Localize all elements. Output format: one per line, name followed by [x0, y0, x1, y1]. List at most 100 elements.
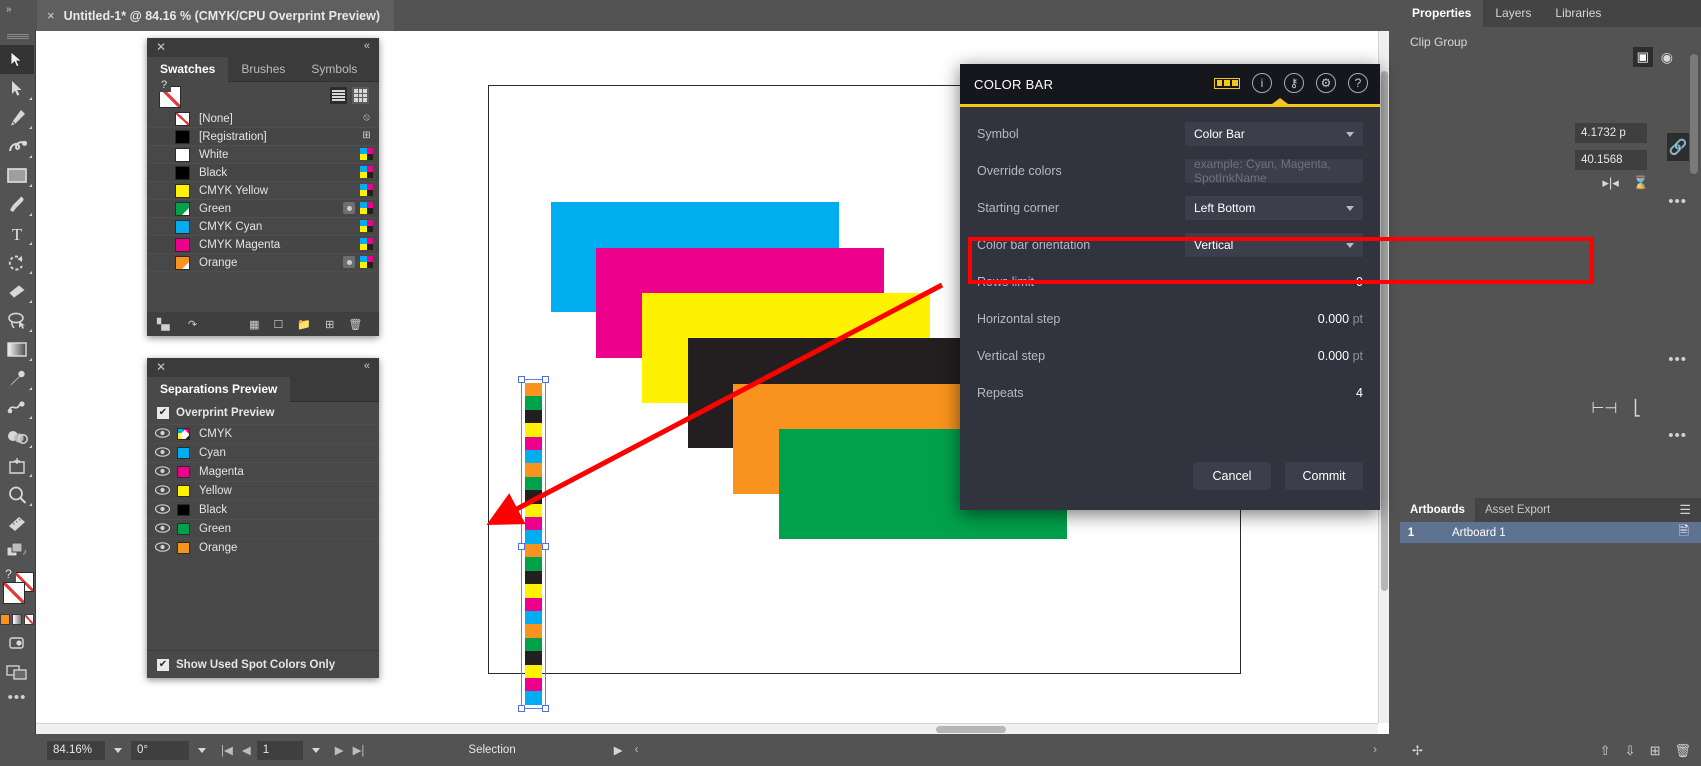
- toolbar-grip[interactable]: [6, 34, 29, 39]
- swatch-color-chip[interactable]: [175, 237, 190, 252]
- separation-row[interactable]: Cyan: [147, 443, 379, 462]
- select-starting-corner[interactable]: Left Bottom: [1185, 195, 1363, 220]
- swatch-color-chip[interactable]: [175, 183, 190, 198]
- swatch-libraries-icon[interactable]: ▚▖: [157, 318, 174, 331]
- separation-row[interactable]: Green: [147, 519, 379, 538]
- commit-button[interactable]: Commit: [1285, 462, 1363, 490]
- color-swatch-button[interactable]: [0, 613, 10, 625]
- color-mode-buttons[interactable]: [0, 610, 34, 628]
- swatch-row[interactable]: Orange: [147, 254, 379, 272]
- tab-layers[interactable]: Layers: [1483, 0, 1543, 27]
- visibility-eye-icon[interactable]: [147, 503, 177, 517]
- selection-handle[interactable]: [542, 543, 549, 550]
- previous-artboard-icon[interactable]: ◀: [242, 743, 251, 757]
- field-row-vertical-step[interactable]: Vertical step 0.000 pt: [960, 337, 1380, 374]
- swatch-options-icon[interactable]: ▦: [249, 318, 259, 331]
- overprint-preview-checkbox[interactable]: ✔: [157, 407, 169, 419]
- overprint-preview-row[interactable]: ✔ Overprint Preview: [147, 402, 379, 424]
- preset-pill-icon[interactable]: [1214, 77, 1240, 89]
- artboard-dropdown-icon[interactable]: [311, 747, 320, 753]
- more-appearance-options-icon[interactable]: •••: [1668, 351, 1687, 368]
- separation-row[interactable]: Magenta: [147, 462, 379, 481]
- select-symbol[interactable]: Color Bar: [1185, 121, 1363, 146]
- separations-ink-list[interactable]: CMYK Cyan Magenta Yellow Black Green Orange: [147, 424, 379, 557]
- dialog-fields[interactable]: Symbol Color Bar Override colors example: C…: [960, 107, 1380, 411]
- show-used-spot-colors-row[interactable]: ✔ Show Used Spot Colors Only: [147, 650, 379, 678]
- selection-tool[interactable]: [0, 45, 34, 74]
- tab-libraries[interactable]: Libraries: [1543, 0, 1613, 27]
- visibility-eye-icon[interactable]: [147, 427, 177, 441]
- eyedropper-tool[interactable]: [0, 364, 34, 393]
- separation-row[interactable]: CMYK: [147, 424, 379, 443]
- artboards-dock-tabs[interactable]: Artboards Asset Export ☰: [1400, 498, 1701, 522]
- eraser-tool[interactable]: [0, 277, 34, 306]
- show-swatch-kinds-icon[interactable]: ↷: [188, 318, 197, 331]
- rotation-dropdown-icon[interactable]: [198, 747, 206, 753]
- input-override-colors[interactable]: example: Cyan, Magenta, SpotInkName: [1185, 157, 1363, 185]
- navigate-forward-icon[interactable]: ›: [1373, 744, 1377, 756]
- visibility-eye-icon[interactable]: [147, 446, 177, 460]
- value-vertical-step[interactable]: 0.000 pt: [1185, 349, 1363, 363]
- rotation-field[interactable]: 0°: [131, 740, 189, 760]
- navigate-back-icon[interactable]: ‹: [635, 744, 639, 756]
- fill-swatch[interactable]: [3, 582, 25, 604]
- selection-handle[interactable]: [518, 705, 525, 712]
- new-color-group-icon[interactable]: ☐: [274, 318, 284, 331]
- document-tab[interactable]: × Untitled-1* @ 84.16 % (CMYK/CPU Overpr…: [37, 0, 395, 31]
- last-artboard-icon[interactable]: ▶|: [353, 743, 365, 757]
- properties-scrollbar[interactable]: [1690, 42, 1698, 242]
- direct-selection-tool[interactable]: [0, 74, 34, 103]
- visibility-eye-icon[interactable]: [147, 522, 177, 536]
- help-question-icon[interactable]: ?: [157, 78, 171, 92]
- tab-asset-export[interactable]: Asset Export: [1475, 498, 1560, 522]
- screen-mode-button[interactable]: [0, 628, 34, 657]
- swatches-panel-tabs[interactable]: Swatches Brushes Symbols: [147, 57, 379, 82]
- more-transform-options-icon[interactable]: •••: [1668, 193, 1687, 210]
- anchor-point-icon[interactable]: ◉: [1661, 49, 1673, 66]
- align-horizontal-icon[interactable]: ⊢⊣: [1591, 399, 1617, 417]
- panel-menu-icon[interactable]: ☰: [1679, 498, 1691, 522]
- expand-panels-chevron-icon[interactable]: »: [6, 4, 12, 15]
- curvature-tool[interactable]: [0, 132, 34, 161]
- first-artboard-icon[interactable]: |◀: [221, 743, 233, 757]
- field-row-horizontal-step[interactable]: Horizontal step 0.000 pt: [960, 300, 1380, 337]
- value-horizontal-step[interactable]: 0.000 pt: [1185, 312, 1363, 326]
- zoom-level-field[interactable]: 84.16%: [47, 740, 105, 760]
- height-field[interactable]: 40.1568: [1575, 150, 1647, 170]
- swatch-color-chip[interactable]: [175, 129, 190, 144]
- swatch-row[interactable]: CMYK Yellow: [147, 182, 379, 200]
- field-row-override-colors[interactable]: Override colors example: Cyan, Magenta, S…: [960, 152, 1380, 189]
- constrain-proportions-icon[interactable]: 🔗: [1667, 133, 1689, 161]
- change-screen-mode-button[interactable]: [0, 657, 34, 686]
- swatch-color-chip[interactable]: [175, 147, 190, 162]
- artboard-number-field[interactable]: 1: [256, 740, 303, 760]
- field-row-starting-corner[interactable]: Starting corner Left Bottom: [960, 189, 1380, 226]
- gradient-swatch-button[interactable]: [12, 613, 22, 625]
- visibility-eye-icon[interactable]: [147, 541, 177, 555]
- rectangle-tool[interactable]: [0, 161, 34, 190]
- canvas-horizontal-scrollbar[interactable]: [36, 723, 1378, 734]
- field-row-color-bar-orientation[interactable]: Color bar orientation Vertical: [960, 226, 1380, 263]
- distribute-icon[interactable]: ⎣: [1634, 399, 1642, 417]
- move-artboard-icon[interactable]: ✢: [1412, 743, 1423, 759]
- field-row-repeats[interactable]: Repeats 4: [960, 374, 1380, 411]
- value-repeats[interactable]: 4: [1185, 386, 1363, 400]
- info-icon[interactable]: i: [1252, 73, 1272, 93]
- separation-row[interactable]: Orange: [147, 538, 379, 557]
- separations-panel-tabs[interactable]: Separations Preview: [147, 377, 379, 402]
- tab-separations-preview[interactable]: Separations Preview: [147, 377, 291, 402]
- artboard-options-icon[interactable]: 🗎: [1679, 522, 1689, 544]
- new-swatch-icon[interactable]: ⊞: [325, 318, 334, 331]
- visibility-eye-icon[interactable]: [147, 465, 177, 479]
- swatch-row[interactable]: CMYK Magenta: [147, 236, 379, 254]
- swatches-panel[interactable]: ✕ « Swatches Brushes Symbols ? [None] ⦸ [Reg…: [147, 38, 379, 336]
- selection-handle[interactable]: [518, 376, 525, 383]
- transform-bounds-icon[interactable]: ▣: [1632, 47, 1653, 67]
- help-icon[interactable]: ?: [1348, 73, 1368, 93]
- swatches-list[interactable]: [None] ⦸ [Registration] ⊞ White Black CMYK Yel…: [147, 110, 379, 272]
- swatch-row[interactable]: Green: [147, 200, 379, 218]
- move-down-icon[interactable]: ⇩: [1625, 743, 1636, 759]
- artboards-list[interactable]: 1 Artboard 1 🗎: [1400, 522, 1701, 543]
- swatch-row[interactable]: CMYK Cyan: [147, 218, 379, 236]
- flip-horizontal-icon[interactable]: ▸|◂: [1602, 175, 1618, 191]
